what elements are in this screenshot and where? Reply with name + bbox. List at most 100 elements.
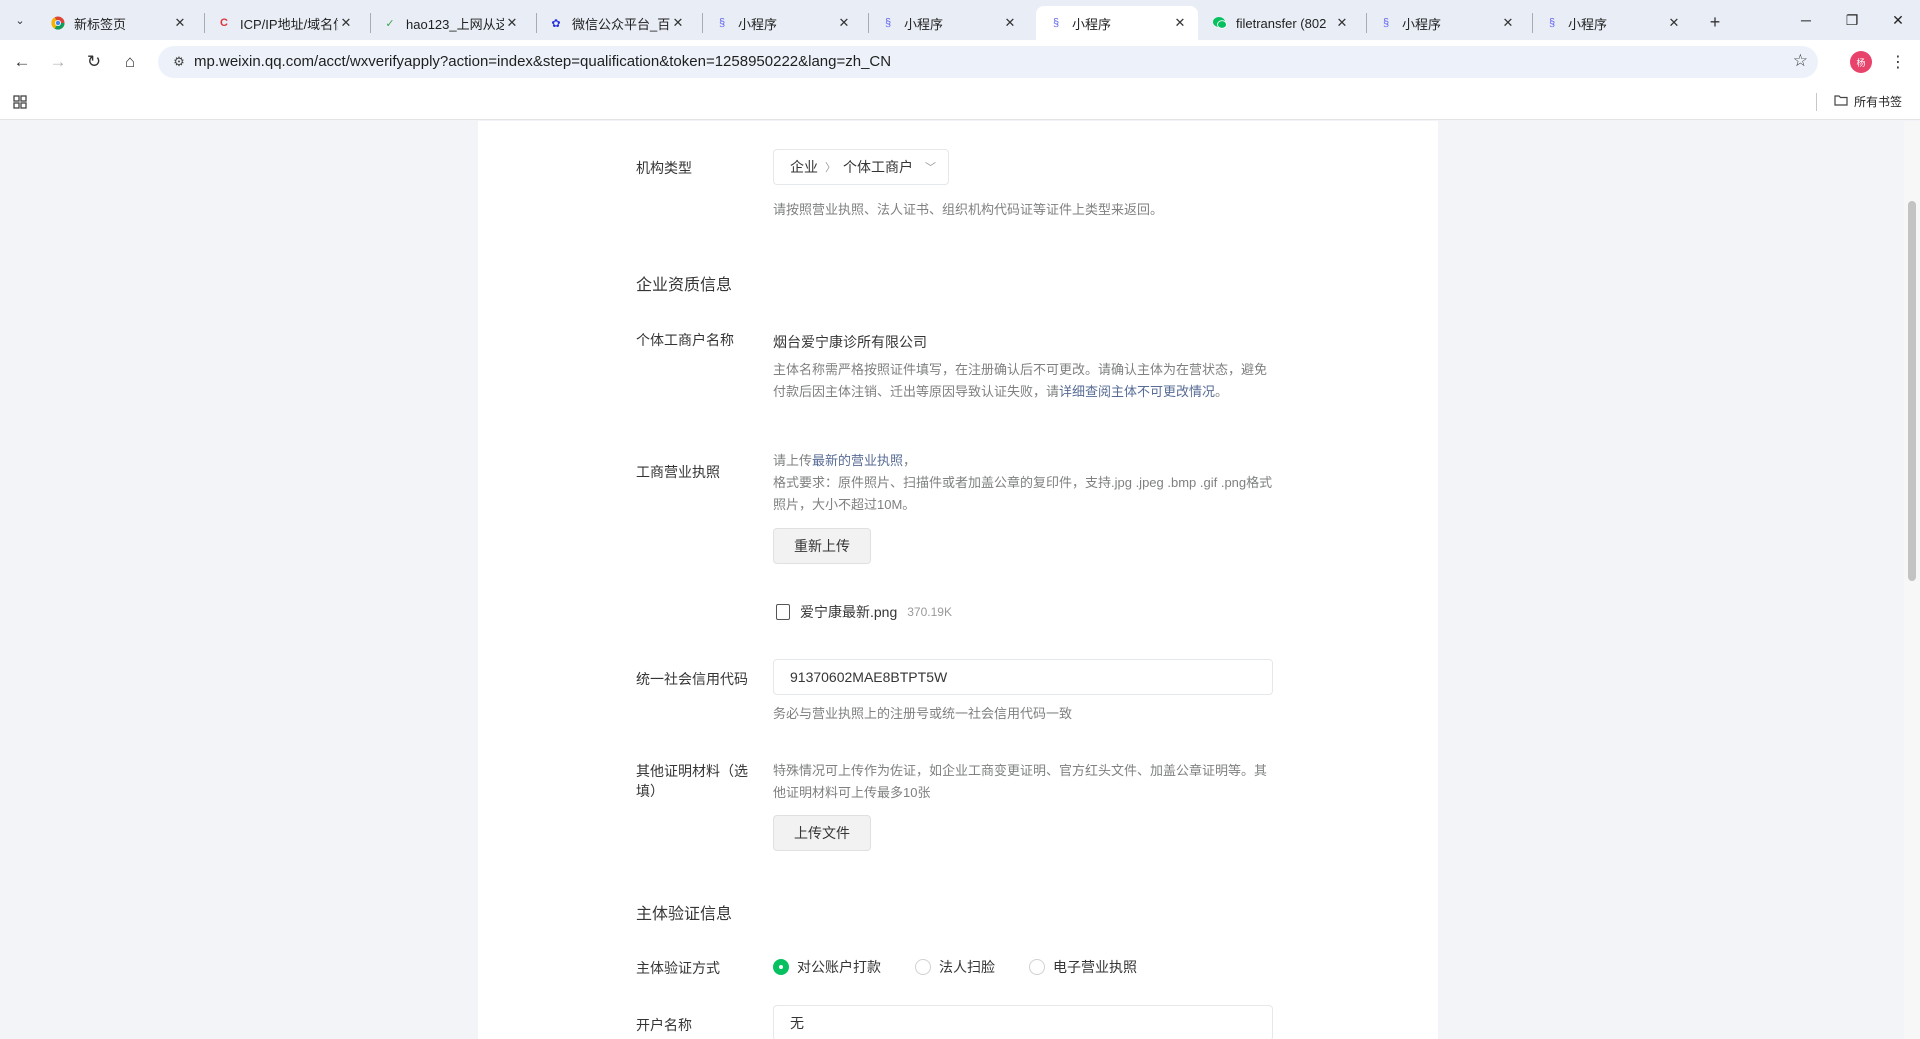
credit-code-label: 统一社会信用代码 xyxy=(636,671,748,687)
org-type-level2: 个体工商户 xyxy=(843,159,913,175)
license-format-requirements: 格式要求：原件照片、扫描件或者加盖公章的复印件，支持.jpg .jpeg .bm… xyxy=(773,475,1273,512)
address-url[interactable]: mp.weixin.qq.com/acct/wxverifyapply?acti… xyxy=(194,53,891,70)
uploaded-file-name: 爱宁康最新.png xyxy=(800,604,898,620)
tab-icp[interactable]: C ICP/IP地址/域名信 ✕ xyxy=(204,6,364,40)
folder-icon xyxy=(1834,94,1848,109)
all-bookmarks-label: 所有书签 xyxy=(1854,95,1903,109)
miniprogram-icon: § xyxy=(1548,17,1556,29)
file-icon xyxy=(776,604,790,620)
tab-search-icon[interactable]: ⌄ xyxy=(8,8,32,32)
close-icon[interactable]: ✕ xyxy=(670,15,686,31)
account-name-input[interactable]: 无 xyxy=(773,1005,1273,1039)
org-type-level1: 企业 xyxy=(790,159,818,175)
tab-miniprogram-3[interactable]: § 小程序 ✕ xyxy=(1366,6,1526,40)
radio-label: 法人扫脸 xyxy=(939,959,995,975)
scrollbar-thumb[interactable] xyxy=(1908,201,1916,581)
home-icon[interactable]: ⌂ xyxy=(116,48,144,76)
radio-corporate-transfer[interactable]: 对公账户打款 xyxy=(773,957,881,977)
business-license-label: 工商营业执照 xyxy=(636,464,720,480)
radio-checked-icon xyxy=(773,959,789,975)
browser-toolbar: ← → ↻ ⌂ ⚙ mp.weixin.qq.com/acct/wxverify… xyxy=(0,40,1920,84)
license-tip-suffix: ， xyxy=(903,453,917,468)
tab-title: 小程序 xyxy=(904,16,944,32)
tab-title: 新标签页 xyxy=(74,16,127,32)
tab-title: 小程序 xyxy=(738,16,778,32)
miniprogram-icon: § xyxy=(1052,17,1060,29)
tab-title: 小程序 xyxy=(1402,16,1442,32)
merchant-name-policy-link[interactable]: 详细查阅主体不可更改情况 xyxy=(1059,384,1215,399)
icp-icon: C xyxy=(220,17,228,29)
window-close-icon[interactable]: ✕ xyxy=(1878,6,1918,34)
hao123-icon: ✓ xyxy=(385,17,395,30)
radio-label: 对公账户打款 xyxy=(797,959,881,975)
all-bookmarks-button[interactable]: 所有书签 xyxy=(1834,93,1902,110)
close-icon[interactable]: ✕ xyxy=(172,15,188,31)
miniprogram-icon: § xyxy=(1382,17,1390,29)
tab-miniprogram-1[interactable]: § 小程序 ✕ xyxy=(702,6,862,40)
merchant-name-tip: 主体名称需严格按照证件填写，在注册确认后不可更改。请确认主体为在营状态，避免付款… xyxy=(773,359,1273,403)
restore-icon[interactable]: ❐ xyxy=(1832,6,1872,34)
close-icon[interactable]: ✕ xyxy=(504,15,520,31)
profile-avatar[interactable]: 杨 xyxy=(1850,51,1872,73)
close-icon[interactable]: ✕ xyxy=(1500,15,1516,31)
wechat-icon xyxy=(1212,15,1228,31)
close-icon[interactable]: ✕ xyxy=(1666,15,1682,31)
credit-code-input[interactable]: 91370602MAE8BTPT5W xyxy=(773,659,1273,695)
reupload-button[interactable]: 重新上传 xyxy=(773,528,871,564)
new-tab-plus-icon[interactable]: + xyxy=(1703,10,1727,34)
radio-face-scan[interactable]: 法人扫脸 xyxy=(915,957,995,977)
tab-weixin-platform[interactable]: ✿ 微信公众平台_百 ✕ xyxy=(536,6,696,40)
section-title-verification: 主体验证信息 xyxy=(636,906,733,923)
close-icon[interactable]: ✕ xyxy=(1334,15,1350,31)
tab-hao123[interactable]: ✓ hao123_上网从这 ✕ xyxy=(370,6,530,40)
org-type-tip: 请按照营业执照、法人证书、组织机构代码证等证件上类型来返回。 xyxy=(773,202,1164,217)
other-materials-label: 其他证明材料（选填） xyxy=(636,763,748,799)
credit-code-tip: 务必与营业执照上的注册号或统一社会信用代码一致 xyxy=(773,706,1073,721)
close-icon[interactable]: ✕ xyxy=(1172,15,1188,31)
tab-title: hao123_上网从这 xyxy=(406,16,504,32)
org-type-label: 机构类型 xyxy=(636,160,692,176)
more-menu-icon[interactable]: ⋮ xyxy=(1888,50,1908,74)
back-arrow-icon[interactable]: ← xyxy=(8,48,36,76)
page-scrollbar[interactable] xyxy=(1904,121,1920,1039)
org-type-select[interactable]: 企业 〉 个体工商户 ﹀ xyxy=(773,149,949,185)
site-info-icon[interactable]: ⚙ xyxy=(170,53,188,71)
business-license-tip: 请上传最新的营业执照， 格式要求：原件照片、扫描件或者加盖公章的复印件，支持.j… xyxy=(773,450,1273,516)
tab-title: ICP/IP地址/域名信 xyxy=(240,16,338,32)
section-title-qualification: 企业资质信息 xyxy=(636,277,733,294)
latest-license-link[interactable]: 最新的营业执照 xyxy=(812,453,903,468)
page-content: 机构类型 企业 〉 个体工商户 ﹀ 请按照营业执照、法人证书、组织机构代码证等证… xyxy=(0,121,1920,1039)
bookmarks-bar: 所有书签 xyxy=(0,84,1920,120)
tab-miniprogram-active[interactable]: § 小程序 ✕ xyxy=(1036,6,1198,40)
tab-strip: ⌄ 新标签页 ✕ C ICP/IP地址/域名信 ✕ ✓ hao123_上网从这 … xyxy=(0,0,1920,40)
verify-method-radio-group: 对公账户打款 法人扫脸 电子营业执照 xyxy=(773,957,1171,977)
reload-icon[interactable]: ↻ xyxy=(80,48,108,76)
close-icon[interactable]: ✕ xyxy=(338,15,354,31)
tab-miniprogram-4[interactable]: § 小程序 ✕ xyxy=(1532,6,1692,40)
verify-method-label: 主体验证方式 xyxy=(636,960,720,976)
minimize-icon[interactable]: ─ xyxy=(1786,6,1826,34)
license-tip-prefix: 请上传 xyxy=(773,453,813,468)
other-materials-tip: 特殊情况可上传作为佐证，如企业工商变更证明、官方红头文件、加盖公章证明等。其他证… xyxy=(773,763,1268,800)
tab-new-tab[interactable]: 新标签页 ✕ xyxy=(38,6,198,40)
upload-file-button[interactable]: 上传文件 xyxy=(773,815,871,851)
miniprogram-icon: § xyxy=(884,17,892,29)
apps-grid-icon[interactable] xyxy=(11,93,29,111)
radio-label: 电子营业执照 xyxy=(1053,959,1137,975)
tab-miniprogram-2[interactable]: § 小程序 ✕ xyxy=(868,6,1028,40)
merchant-name-tip-end: 。 xyxy=(1215,384,1229,399)
bookmarks-divider xyxy=(1816,93,1817,111)
bookmark-star-icon[interactable]: ☆ xyxy=(1793,51,1808,71)
address-bar[interactable]: ⚙ mp.weixin.qq.com/acct/wxverifyapply?ac… xyxy=(158,46,1818,78)
radio-unchecked-icon xyxy=(1029,959,1045,975)
close-icon[interactable]: ✕ xyxy=(836,15,852,31)
uploaded-file[interactable]: 爱宁康最新.png 370.19K xyxy=(776,602,952,622)
close-icon[interactable]: ✕ xyxy=(1002,15,1018,31)
forward-arrow-icon[interactable]: → xyxy=(44,48,72,76)
merchant-name-label: 个体工商户名称 xyxy=(636,332,734,348)
tab-filetransfer[interactable]: filetransfer (802 ✕ xyxy=(1200,6,1360,40)
radio-electronic-license[interactable]: 电子营业执照 xyxy=(1029,957,1137,977)
baidu-paw-icon: ✿ xyxy=(551,17,561,30)
tab-title: 小程序 xyxy=(1568,16,1608,32)
merchant-name-value: 烟台爱宁康诊所有限公司 xyxy=(773,334,927,350)
